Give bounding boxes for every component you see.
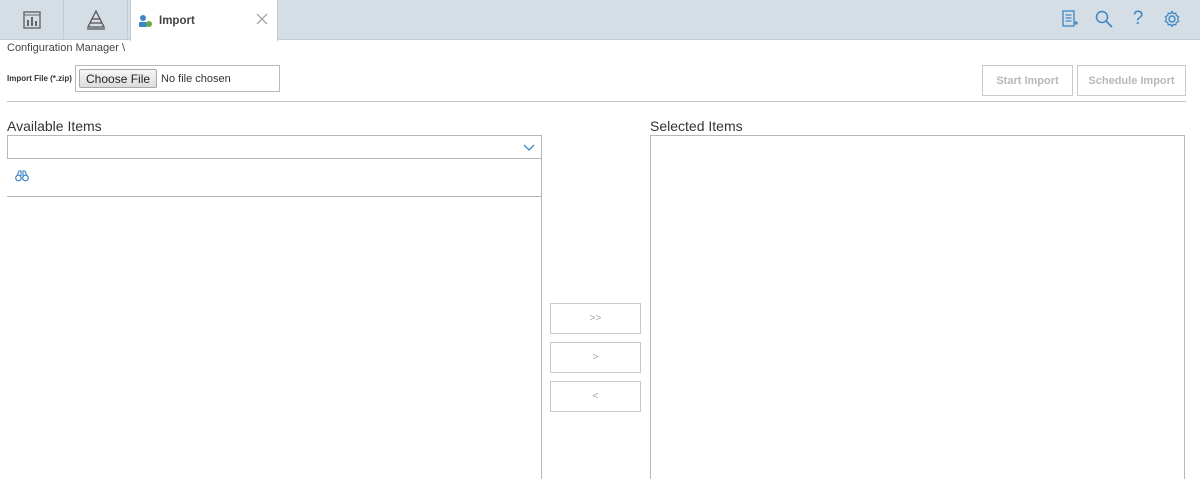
selected-items-title: Selected Items xyxy=(650,118,743,134)
search-button[interactable] xyxy=(1094,8,1114,30)
top-tab-bar: Import ? xyxy=(0,0,1200,41)
remove-button[interactable]: < xyxy=(550,381,641,412)
dashboard-icon xyxy=(22,11,41,29)
available-items-title: Available Items xyxy=(7,118,102,134)
breadcrumb[interactable]: Configuration Manager \ xyxy=(7,42,125,54)
tab-import-label: Import xyxy=(159,14,195,27)
file-status: No file chosen xyxy=(161,72,231,85)
tab-dashboard[interactable] xyxy=(0,0,64,40)
schedule-import-button[interactable]: Schedule Import xyxy=(1077,65,1186,96)
import-file-input[interactable]: Choose File No file chosen xyxy=(75,65,280,92)
binoculars-icon[interactable] xyxy=(15,169,29,183)
search-icon xyxy=(1095,10,1113,28)
tab-pyramid[interactable] xyxy=(64,0,128,40)
import-file-label: Import File (*.zip) xyxy=(7,74,72,83)
help-button[interactable]: ? xyxy=(1128,8,1148,30)
settings-button[interactable] xyxy=(1162,8,1182,30)
add-button[interactable]: > xyxy=(550,342,641,373)
available-search-row xyxy=(7,159,541,197)
help-icon: ? xyxy=(1132,8,1144,29)
choose-file-button[interactable]: Choose File xyxy=(79,69,158,88)
gear-icon xyxy=(1164,10,1180,28)
add-all-button[interactable]: >> xyxy=(550,303,641,334)
close-icon[interactable] xyxy=(255,12,269,26)
new-list-button[interactable] xyxy=(1060,8,1080,30)
import-tool-icon xyxy=(137,13,153,29)
chevron-down-icon xyxy=(523,144,535,151)
pyramid-icon xyxy=(86,10,105,30)
start-import-button[interactable]: Start Import xyxy=(982,65,1073,96)
section-divider xyxy=(7,101,1186,102)
available-items-dropdown[interactable] xyxy=(7,135,542,159)
top-actions: ? xyxy=(1060,8,1182,30)
selected-items-list[interactable] xyxy=(650,135,1185,479)
tab-import[interactable]: Import xyxy=(130,0,278,41)
new-list-icon xyxy=(1062,10,1078,27)
available-items-panel xyxy=(7,159,542,479)
